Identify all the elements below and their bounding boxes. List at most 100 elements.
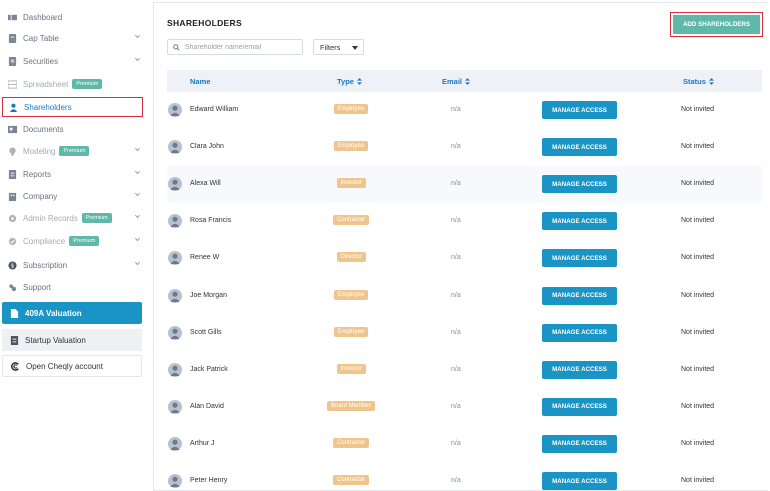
subscription-icon: $ [8, 260, 17, 270]
sidebar-item-label: Compliance [23, 236, 66, 246]
sidebar-item-support[interactable]: Support [2, 277, 143, 297]
shareholder-name[interactable]: Alexa Will [190, 180, 221, 187]
table-row: Arthur J Contractor n/a MANAGE ACCESS Not in… [167, 426, 762, 463]
chevron-down-icon [135, 237, 140, 242]
chevron-down-icon [135, 34, 140, 39]
type-badge: Investor [336, 178, 366, 189]
column-header-type[interactable]: Type [337, 77, 362, 87]
status-text: Not invited [681, 477, 715, 484]
shareholder-name[interactable]: Alan David [190, 403, 224, 410]
shareholder-name[interactable]: Scott Gills [190, 329, 222, 336]
shareholder-name[interactable]: Peter Henry [190, 477, 227, 484]
column-header-name[interactable]: Name [190, 77, 210, 86]
shareholder-email: n/a [451, 439, 461, 447]
column-name-label: Name [190, 77, 211, 86]
open-cheqly-button[interactable]: Open Cheqly account [2, 355, 142, 377]
table-row: Edward William Employee n/a MANAGE ACCESS No… [167, 92, 762, 129]
type-badge: Investor [336, 363, 366, 374]
sidebar-item-admin-records[interactable]: Admin Records Premium [2, 208, 143, 228]
startup-valuation-button[interactable]: Startup Valuation [2, 329, 142, 351]
shareholder-email: n/a [451, 477, 461, 484]
avatar-icon [168, 177, 182, 192]
avatar-icon [168, 214, 182, 229]
type-badge: Director [336, 252, 366, 263]
manage-access-button[interactable]: MANAGE ACCESS [542, 249, 617, 268]
manage-access-button[interactable]: MANAGE ACCESS [542, 472, 617, 490]
sidebar-item-cap-table[interactable]: Cap Table [2, 28, 143, 48]
sidebar-item-modeling[interactable]: Modeling Premium [2, 141, 143, 161]
document-icon [10, 335, 19, 345]
sidebar-item-spreadsheet[interactable]: Spreadsheet Premium [2, 74, 143, 94]
manage-access-button[interactable]: MANAGE ACCESS [542, 138, 617, 157]
manage-access-button[interactable]: MANAGE ACCESS [542, 212, 617, 231]
sidebar-item-dashboard[interactable]: Dashboard [2, 7, 143, 27]
type-badge: Contractor [333, 475, 370, 485]
table-row: Renee W Director n/a MANAGE ACCESS Not invit… [167, 240, 762, 277]
sidebar-item-reports[interactable]: Reports [2, 164, 143, 184]
chevron-down-icon [135, 214, 140, 219]
valuation-409a-button[interactable]: 409A Valuation [2, 302, 142, 324]
documents-icon [8, 125, 17, 134]
sidebar-item-securities[interactable]: Securities [2, 51, 143, 71]
column-header-status[interactable]: Status [683, 77, 714, 87]
status-text: Not invited [681, 217, 715, 225]
admin-records-icon [8, 214, 17, 223]
type-badge: Contractor [333, 215, 370, 226]
table-row: Joe Morgan Employee n/a MANAGE ACCESS Not in… [167, 278, 762, 315]
manage-access-button[interactable]: MANAGE ACCESS [542, 175, 617, 194]
shareholder-name[interactable]: Arthur J [190, 440, 215, 447]
search-icon [173, 43, 180, 51]
spreadsheet-icon [8, 79, 17, 89]
filters-dropdown[interactable]: Filters [313, 39, 364, 55]
chevron-down-icon [135, 192, 140, 197]
cheqly-label: Open Cheqly account [26, 361, 103, 371]
type-badge: Employee [333, 141, 369, 152]
search-input[interactable] [185, 43, 295, 51]
sidebar-item-label: Support [23, 282, 52, 292]
shareholder-email: n/a [451, 291, 461, 299]
add-shareholders-button[interactable]: ADD SHAREHOLDERS [673, 15, 760, 34]
shareholder-name[interactable]: Joe Morgan [190, 292, 227, 299]
column-header-email[interactable]: Email [442, 77, 471, 87]
shareholder-name[interactable]: Renee W [190, 254, 219, 261]
main-panel: SHAREHOLDERS ADD SHAREHOLDERS Filters Na… [153, 2, 768, 491]
chevron-down-icon [135, 261, 140, 266]
shareholder-email: n/a [451, 365, 461, 373]
shareholder-name[interactable]: Jack Patrick [190, 366, 228, 373]
column-type-label: Type [337, 77, 354, 86]
status-text: Not invited [681, 106, 715, 113]
filters-label: Filters [320, 42, 341, 52]
column-status-label: Status [683, 77, 706, 86]
shareholder-email: n/a [451, 143, 461, 151]
sidebar-item-company[interactable]: Company [2, 186, 143, 206]
sidebar-item-label: Shareholders [24, 102, 72, 112]
sidebar-item-documents[interactable]: Documents [2, 119, 143, 139]
shareholder-name[interactable]: Edward William [190, 106, 238, 113]
avatar-icon [168, 436, 182, 451]
status-text: Not invited [681, 180, 715, 188]
manage-access-button[interactable]: MANAGE ACCESS [542, 286, 617, 305]
table-row: Rosa Francis Contractor n/a MANAGE ACCESS No… [167, 203, 762, 240]
cap-table-icon [8, 33, 17, 43]
premium-badge: Premium [59, 146, 90, 156]
svg-text:$: $ [11, 263, 14, 269]
table-row: Peter Henry Contractor n/a MANAGE ACCESS Not… [167, 463, 762, 491]
type-badge: Contractor [333, 437, 370, 448]
manage-access-button[interactable]: MANAGE ACCESS [542, 397, 617, 416]
sidebar-item-label: Subscription [23, 260, 68, 270]
manage-access-button[interactable]: MANAGE ACCESS [542, 323, 617, 342]
shareholder-name[interactable]: Rosa Francis [190, 217, 231, 224]
shareholder-email: n/a [451, 328, 461, 336]
manage-access-button[interactable]: MANAGE ACCESS [542, 101, 617, 119]
sidebar-item-subscription[interactable]: $ Subscription [2, 255, 143, 275]
manage-access-button[interactable]: MANAGE ACCESS [542, 360, 617, 379]
sidebar-item-label: Securities [23, 56, 59, 66]
sidebar-item-compliance[interactable]: Compliance Premium [2, 231, 143, 251]
sidebar-item-shareholders[interactable]: Shareholders [2, 97, 143, 117]
table-row: Alan David Board Member n/a MANAGE ACCESS No… [167, 389, 762, 426]
manage-access-button[interactable]: MANAGE ACCESS [542, 434, 617, 453]
search-box[interactable] [167, 39, 303, 55]
avatar-icon [168, 140, 182, 155]
shareholder-name[interactable]: Clara John [190, 143, 224, 150]
shareholder-email: n/a [451, 106, 461, 113]
